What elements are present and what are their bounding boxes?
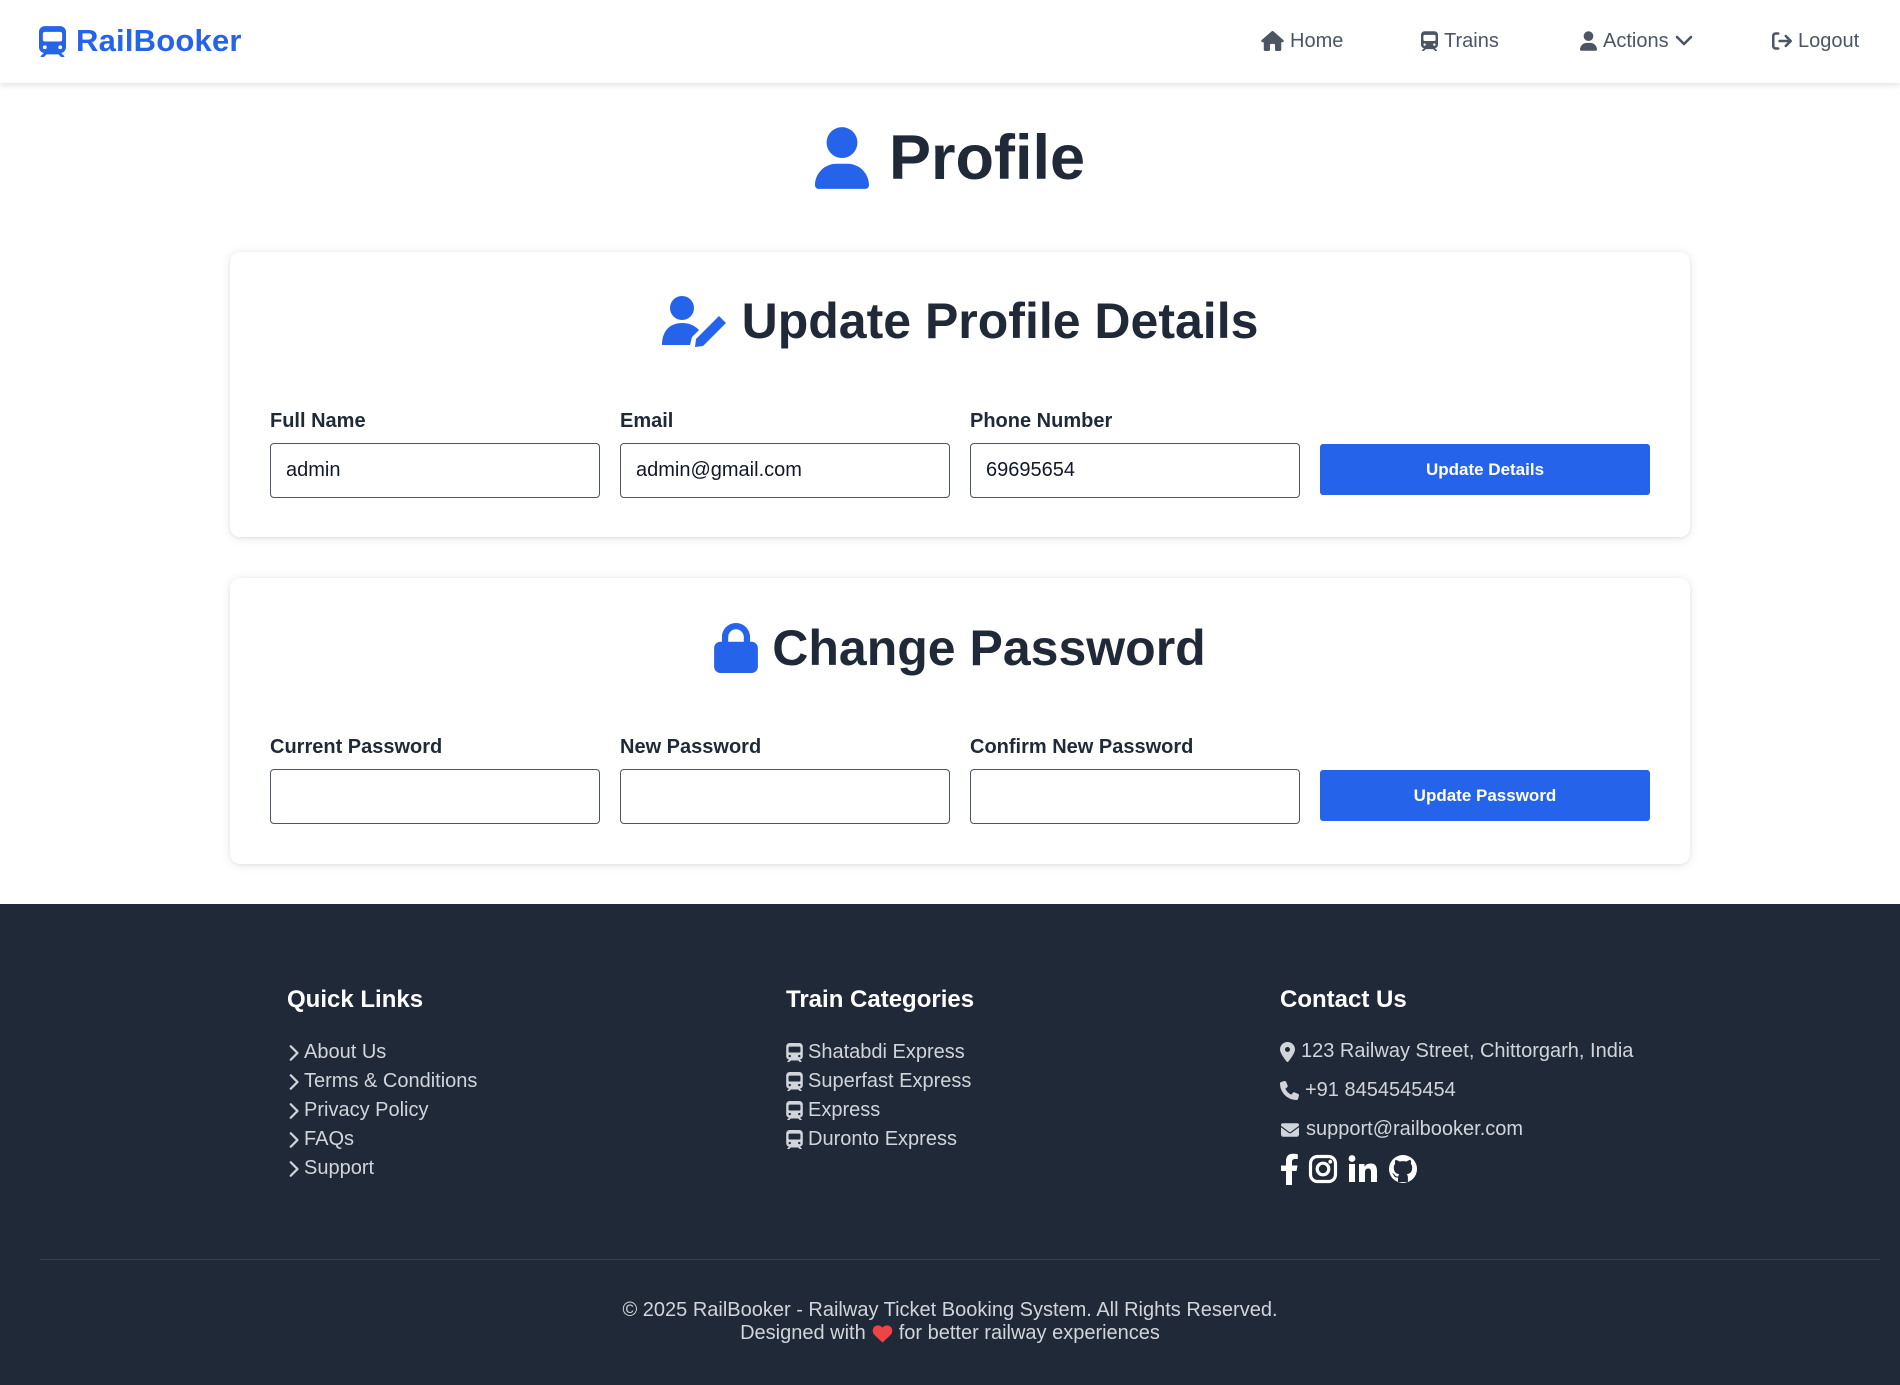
- footer-category-express[interactable]: Express: [786, 1096, 974, 1125]
- category-label: Express: [808, 1099, 881, 1121]
- chevron-down-icon: [1675, 35, 1693, 47]
- phone-number-label: Phone Number: [970, 410, 1113, 432]
- quick-links-heading: Quick Links: [287, 986, 424, 1013]
- footer-category-shatabdi[interactable]: Shatabdi Express: [786, 1038, 974, 1067]
- footer-category-duronto[interactable]: Duronto Express: [786, 1125, 974, 1154]
- current-password-input[interactable]: [270, 769, 600, 824]
- train-icon: [786, 1130, 803, 1149]
- nav-home[interactable]: Home: [1261, 26, 1343, 56]
- footer-link-support[interactable]: Support: [287, 1154, 477, 1183]
- brand-logo[interactable]: RailBooker: [39, 20, 242, 62]
- footer: Quick Links About Us Terms & Conditions …: [0, 904, 1900, 1385]
- page-title-text: Profile: [888, 123, 1086, 193]
- nav-actions-dropdown[interactable]: Actions: [1580, 26, 1693, 56]
- navbar: RailBooker Home Trains Actions Logout: [0, 0, 1900, 83]
- envelope-icon: [1280, 1121, 1300, 1139]
- nav-actions-label: Actions: [1603, 29, 1669, 52]
- chevron-right-icon: [287, 1073, 299, 1091]
- email-input[interactable]: [620, 443, 950, 498]
- contact-heading: Contact Us: [1280, 986, 1407, 1013]
- full-name-label: Full Name: [270, 410, 366, 432]
- train-categories-list: Shatabdi Express Superfast Express Expre…: [786, 1038, 974, 1154]
- instagram-icon[interactable]: [1308, 1154, 1338, 1184]
- map-pin-icon: [1280, 1042, 1295, 1062]
- github-icon[interactable]: [1388, 1154, 1418, 1184]
- linkedin-icon[interactable]: [1348, 1155, 1378, 1183]
- train-icon: [786, 1101, 803, 1120]
- chevron-right-icon: [287, 1044, 299, 1062]
- footer-link-faqs[interactable]: FAQs: [287, 1125, 477, 1154]
- designed-suffix: for better railway experiences: [898, 1322, 1160, 1344]
- copyright-text: © 2025 RailBooker - Railway Ticket Booki…: [622, 1299, 1278, 1321]
- update-password-button[interactable]: Update Password: [1320, 770, 1650, 821]
- change-password-card: Change Password Current Password New Pas…: [230, 578, 1690, 864]
- footer-category-superfast[interactable]: Superfast Express: [786, 1067, 974, 1096]
- user-edit-icon: [661, 295, 728, 347]
- nav-trains-label: Trains: [1444, 29, 1499, 52]
- train-icon: [1421, 31, 1438, 51]
- contact-address-text: 123 Railway Street, Chittorgarh, India: [1301, 1040, 1634, 1062]
- current-password-label: Current Password: [270, 736, 443, 758]
- update-profile-title-text: Update Profile Details: [741, 293, 1259, 349]
- contact-email: support@railbooker.com: [1280, 1110, 1633, 1149]
- nav-trains[interactable]: Trains: [1421, 26, 1499, 56]
- full-name-input[interactable]: [270, 443, 600, 498]
- category-label: Duronto Express: [808, 1128, 957, 1150]
- home-icon: [1261, 31, 1284, 51]
- train-icon: [786, 1072, 803, 1091]
- user-icon: [815, 127, 869, 189]
- brand-name: RailBooker: [76, 23, 242, 58]
- designed-with-line: Designed with for better railway experie…: [0, 1322, 1900, 1345]
- chevron-right-icon: [287, 1102, 299, 1120]
- phone-number-input[interactable]: [970, 443, 1300, 498]
- contact-phone: +91 8454545454: [1280, 1071, 1633, 1110]
- logout-icon: [1772, 31, 1792, 51]
- chevron-right-icon: [287, 1160, 299, 1178]
- footer-link-label: FAQs: [304, 1128, 355, 1150]
- facebook-icon[interactable]: [1280, 1153, 1298, 1185]
- contact-email-text: support@railbooker.com: [1306, 1118, 1524, 1140]
- contact-address: 123 Railway Street, Chittorgarh, India: [1280, 1032, 1633, 1071]
- chevron-right-icon: [287, 1131, 299, 1149]
- contact-phone-text: +91 8454545454: [1305, 1079, 1456, 1101]
- designed-prefix: Designed with: [740, 1322, 866, 1344]
- footer-link-terms[interactable]: Terms & Conditions: [287, 1067, 477, 1096]
- update-details-button[interactable]: Update Details: [1320, 444, 1650, 495]
- nav-logout-label: Logout: [1798, 29, 1860, 52]
- footer-divider: [40, 1259, 1880, 1260]
- lock-icon: [714, 623, 758, 673]
- footer-link-about-us[interactable]: About Us: [287, 1038, 477, 1067]
- footer-link-label: Privacy Policy: [304, 1099, 429, 1121]
- heart-icon: [872, 1324, 893, 1343]
- footer-link-label: About Us: [304, 1041, 387, 1063]
- confirm-new-password-input[interactable]: [970, 769, 1300, 824]
- social-links: [1280, 1153, 1633, 1185]
- train-categories-heading: Train Categories: [786, 986, 975, 1013]
- change-password-title: Change Password: [230, 613, 1690, 683]
- category-label: Superfast Express: [808, 1070, 972, 1092]
- footer-contact: Contact Us 123 Railway Street, Chittorga…: [1280, 986, 1633, 1185]
- train-icon: [39, 26, 66, 57]
- page-title: Profile: [0, 118, 1900, 198]
- footer-quick-links: Quick Links About Us Terms & Conditions …: [287, 986, 477, 1183]
- new-password-input[interactable]: [620, 769, 950, 824]
- footer-bottom: © 2025 RailBooker - Railway Ticket Booki…: [0, 1299, 1900, 1345]
- update-profile-title: Update Profile Details: [230, 286, 1690, 356]
- train-icon: [786, 1043, 803, 1062]
- email-label: Email: [620, 410, 674, 432]
- footer-link-privacy-policy[interactable]: Privacy Policy: [287, 1096, 477, 1125]
- footer-link-label: Support: [304, 1157, 375, 1179]
- footer-link-label: Terms & Conditions: [304, 1070, 478, 1092]
- category-label: Shatabdi Express: [808, 1041, 965, 1063]
- footer-train-categories: Train Categories Shatabdi Express Superf…: [786, 986, 974, 1154]
- update-profile-card: Update Profile Details Full Name Email P…: [230, 252, 1690, 537]
- new-password-label: New Password: [620, 736, 762, 758]
- nav-home-label: Home: [1290, 29, 1344, 52]
- user-icon: [1580, 31, 1597, 51]
- quick-links-list: About Us Terms & Conditions Privacy Poli…: [287, 1038, 477, 1183]
- confirm-new-password-label: Confirm New Password: [970, 736, 1194, 758]
- phone-icon: [1280, 1081, 1299, 1100]
- nav-logout[interactable]: Logout: [1772, 26, 1859, 56]
- change-password-title-text: Change Password: [772, 620, 1206, 676]
